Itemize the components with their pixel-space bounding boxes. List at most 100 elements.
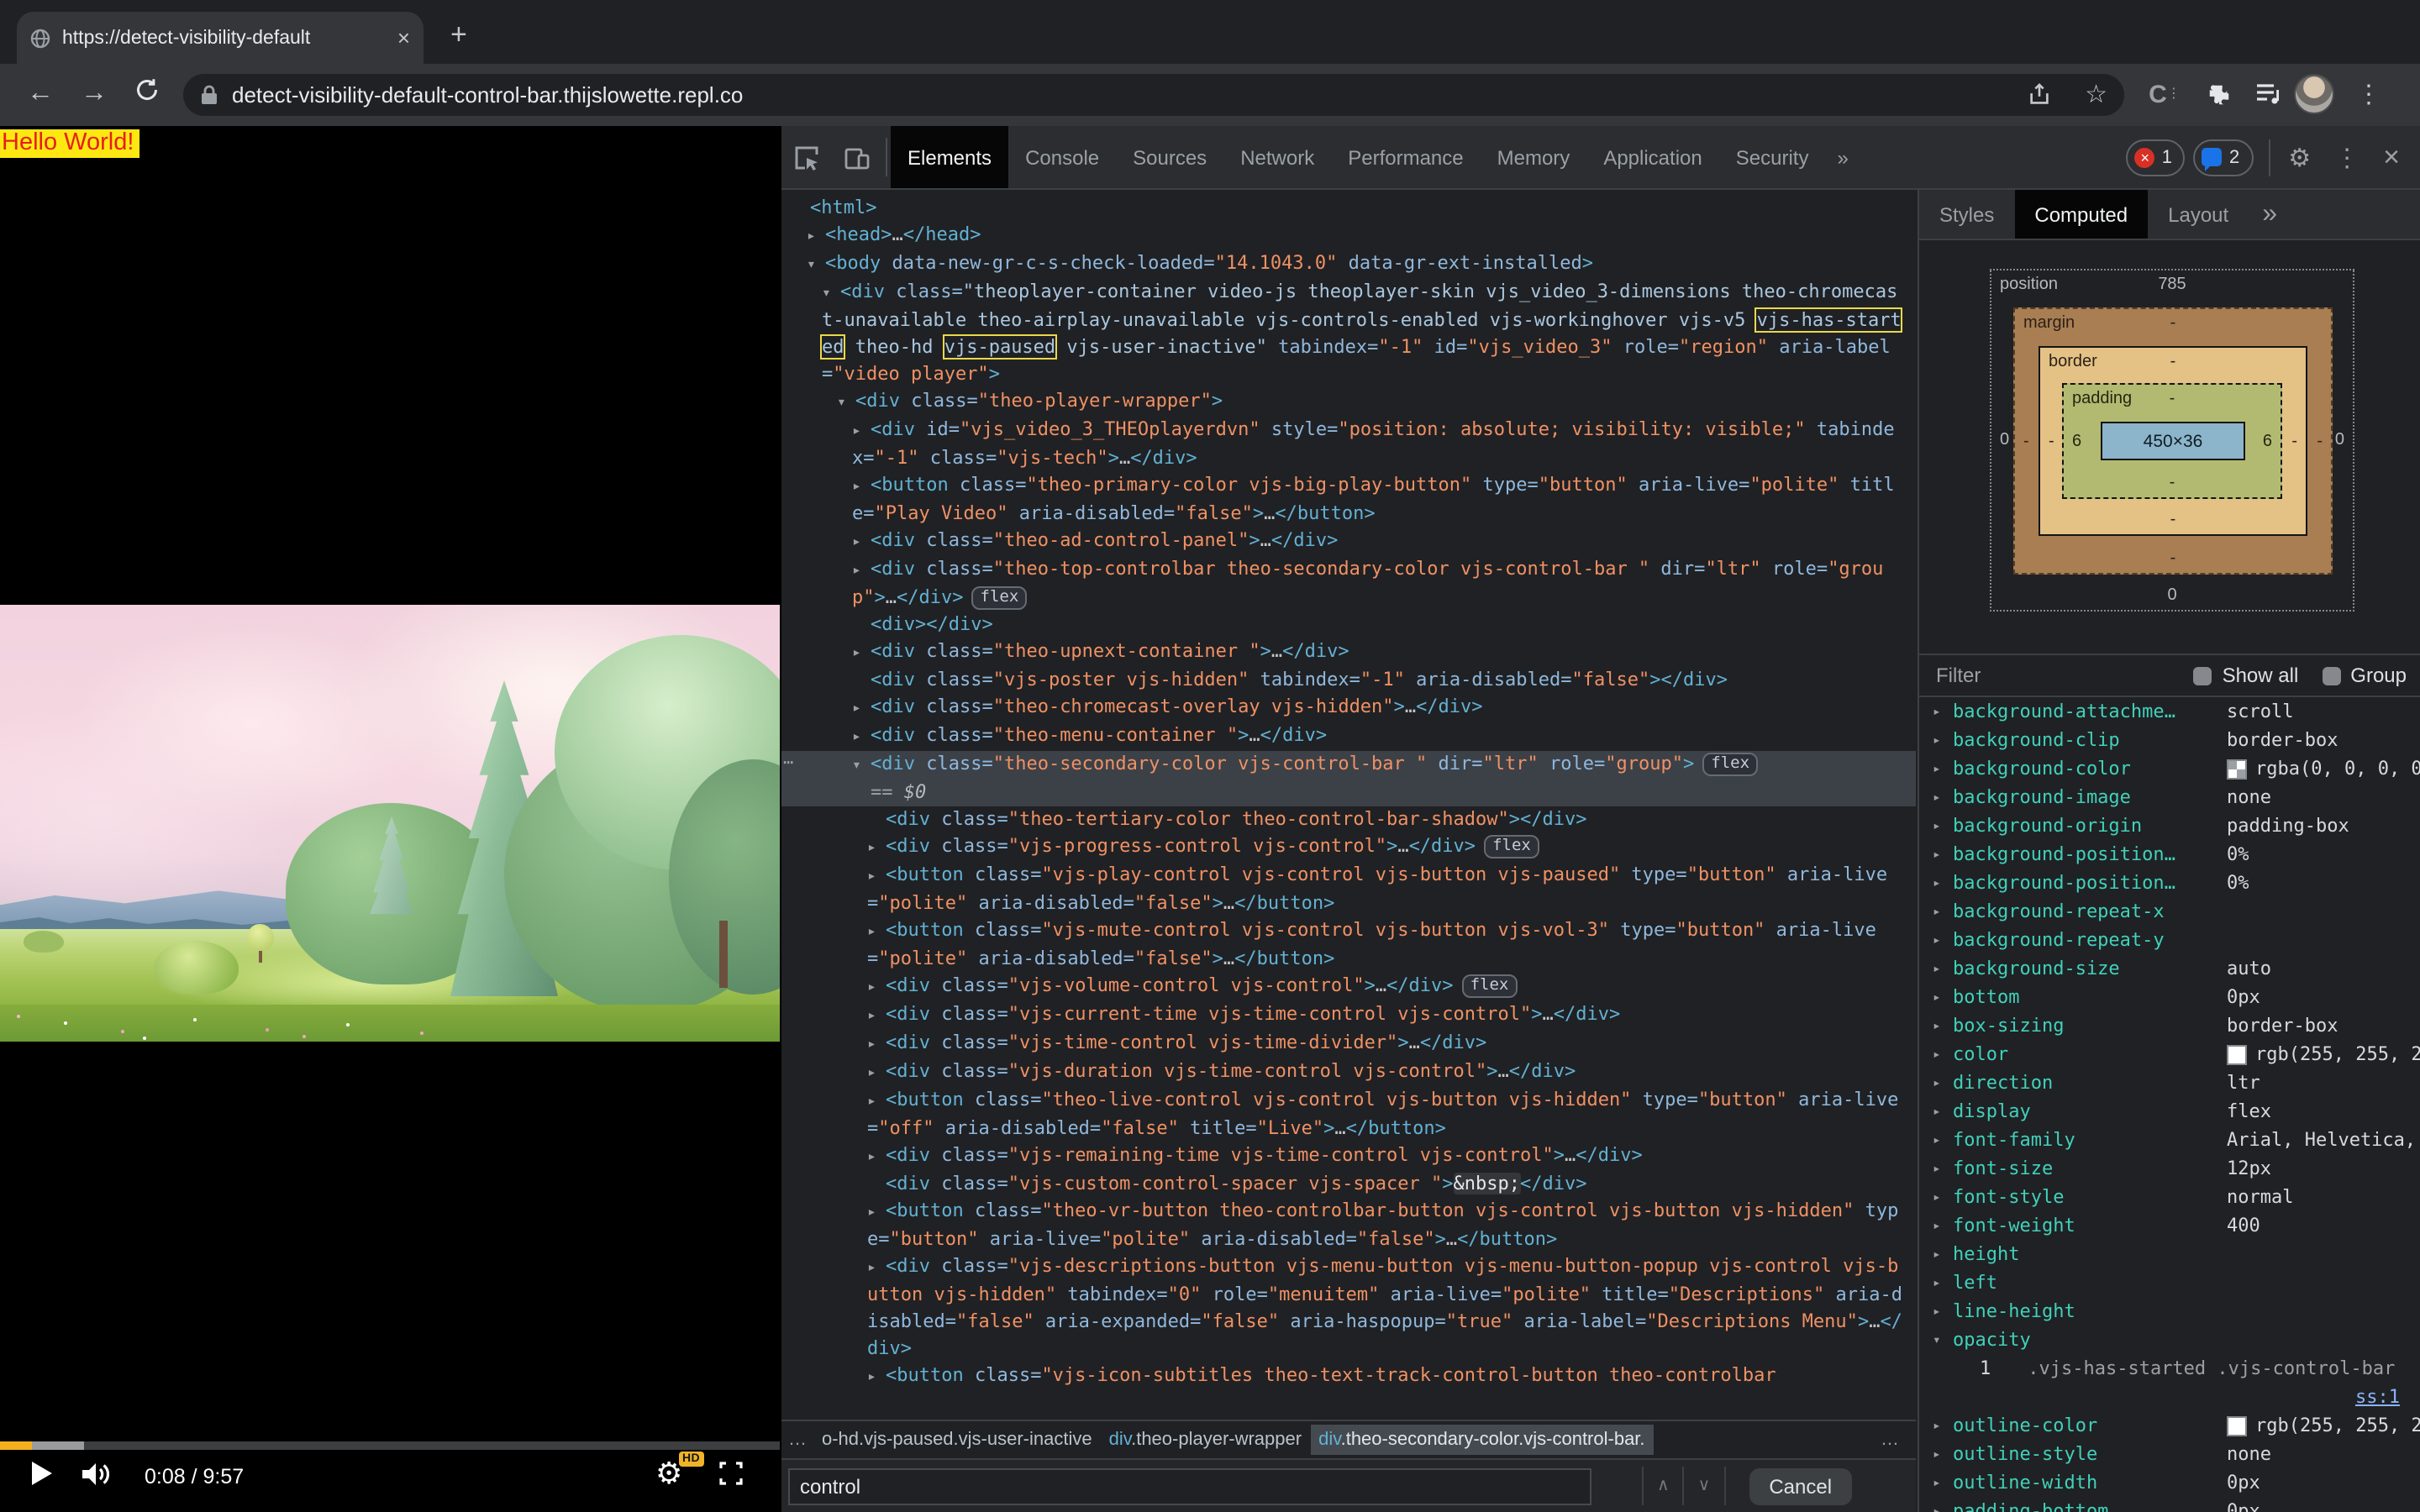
tab-close-icon[interactable]: ×: [397, 25, 410, 50]
dom-tree-node[interactable]: ▸<button class="vjs-play-control vjs-con…: [781, 862, 1916, 917]
dom-tree-node[interactable]: <div class="vjs-custom-control-spacer vj…: [781, 1171, 1916, 1198]
expand-arrow-icon[interactable]: ▸: [867, 1032, 886, 1058]
computed-property-row[interactable]: ▸font-size12px: [1919, 1154, 2420, 1183]
property-expand-arrow-icon[interactable]: ▸: [1933, 1411, 1953, 1440]
property-expand-arrow-icon[interactable]: ▸: [1933, 697, 1953, 726]
expand-arrow-icon[interactable]: ▸: [852, 696, 871, 722]
video-progress-bar[interactable]: [0, 1441, 780, 1450]
dom-tree-node[interactable]: ▾<div class="theoplayer-container video-…: [781, 279, 1916, 388]
computed-property-row[interactable]: ▸font-familyArial, Helvetica,: [1919, 1126, 2420, 1154]
dom-tree-node[interactable]: <div class="theo-tertiary-color theo-con…: [781, 806, 1916, 833]
property-expand-arrow-icon[interactable]: ▸: [1933, 1040, 1953, 1068]
dom-tree-node[interactable]: == $0: [781, 780, 1916, 806]
group-checkbox[interactable]: [2322, 666, 2340, 685]
dom-tree-node[interactable]: ▸<head>…</head>: [781, 222, 1916, 250]
new-tab-button[interactable]: +: [450, 20, 467, 49]
expand-arrow-icon[interactable]: ▸: [867, 1003, 886, 1030]
dom-tree-node[interactable]: ▸<div class="vjs-current-time vjs-time-c…: [781, 1001, 1916, 1030]
bookmark-star-icon[interactable]: ☆: [2085, 82, 2107, 108]
devtools-close-icon[interactable]: ×: [2371, 140, 2412, 174]
property-expand-arrow-icon[interactable]: ▸: [1933, 897, 1953, 926]
computed-property-row[interactable]: ▸font-weight400: [1919, 1211, 2420, 1240]
opacity-matched-rule[interactable]: 1.vjs-has-started .vjs-control-bar: [1919, 1354, 2420, 1383]
color-swatch[interactable]: [2227, 759, 2247, 779]
flex-badge[interactable]: flex: [1484, 835, 1539, 858]
dom-tree-node[interactable]: ▸<button class="vjs-icon-subtitles theo-…: [781, 1362, 1916, 1391]
computed-property-row[interactable]: ▸padding-bottom0px: [1919, 1497, 2420, 1512]
search-next-icon[interactable]: ∨: [1685, 1467, 1726, 1505]
forward-button[interactable]: →: [81, 79, 108, 109]
property-expand-arrow-icon[interactable]: ▸: [1933, 1011, 1953, 1040]
color-swatch[interactable]: [2227, 1415, 2247, 1436]
dom-tree-node[interactable]: <html>: [781, 195, 1916, 222]
property-expand-arrow-icon[interactable]: ▸: [1933, 811, 1953, 840]
video-player-pane[interactable]: Hello World!: [0, 126, 780, 1512]
expand-arrow-icon[interactable]: ▸: [867, 864, 886, 890]
message-count-badge[interactable]: 2: [2194, 139, 2253, 176]
reload-button[interactable]: [134, 77, 160, 102]
expand-arrow-icon[interactable]: ▾: [837, 390, 855, 417]
back-button[interactable]: ←: [27, 79, 54, 109]
filter-placeholder[interactable]: Filter: [1936, 664, 1981, 687]
breadcrumb-overflow-right[interactable]: …: [1881, 1430, 1916, 1450]
computed-property-row[interactable]: ▸displayflex: [1919, 1097, 2420, 1126]
computed-property-row[interactable]: ▸background-originpadding-box: [1919, 811, 2420, 840]
dom-tree-node[interactable]: ▾<body data-new-gr-c-s-check-loaded="14.…: [781, 250, 1916, 279]
dom-tree-node[interactable]: ⋯▾<div class="theo-secondary-color vjs-c…: [781, 751, 1916, 780]
dom-tree-node[interactable]: ▸<div class="vjs-remaining-time vjs-time…: [781, 1142, 1916, 1171]
breadcrumb-item[interactable]: o-hd.vjs-paused.vjs-user-inactive: [813, 1425, 1101, 1455]
computed-property-row[interactable]: ▸directionltr: [1919, 1068, 2420, 1097]
dom-tree-node[interactable]: ▾<div class="theo-player-wrapper">: [781, 388, 1916, 417]
search-cancel-button[interactable]: Cancel: [1749, 1467, 1852, 1504]
expand-arrow-icon[interactable]: ▸: [867, 1255, 886, 1282]
flex-badge[interactable]: flex: [972, 586, 1028, 610]
dom-tree-node[interactable]: ▸<div class="vjs-time-control vjs-time-d…: [781, 1030, 1916, 1058]
property-expand-arrow-icon[interactable]: ▸: [1933, 1097, 1953, 1126]
devtools-tab-console[interactable]: Console: [1008, 126, 1116, 188]
property-expand-arrow-icon[interactable]: ▸: [1933, 1297, 1953, 1326]
computed-property-row[interactable]: ▸background-position-y0%: [1919, 869, 2420, 897]
property-expand-arrow-icon[interactable]: ▸: [1933, 1126, 1953, 1154]
devtools-tab-performance[interactable]: Performance: [1331, 126, 1480, 188]
media-playlist-icon[interactable]: [2249, 74, 2289, 114]
computed-property-row[interactable]: ▸background-clipborder-box: [1919, 726, 2420, 754]
dom-tree-node[interactable]: ▸<button class="theo-vr-button theo-cont…: [781, 1198, 1916, 1253]
dom-tree-node[interactable]: ▸<div class="theo-top-controlbar theo-se…: [781, 556, 1916, 612]
devtools-menu-kebab-icon[interactable]: ⋮: [2323, 142, 2371, 172]
devtools-tab-elements[interactable]: Elements: [891, 126, 1008, 188]
devtools-tab-sources[interactable]: Sources: [1116, 126, 1223, 188]
property-expand-arrow-icon[interactable]: ▸: [1933, 840, 1953, 869]
play-button[interactable]: [32, 1462, 52, 1485]
volume-button[interactable]: [81, 1460, 113, 1488]
breadcrumb-overflow-left[interactable]: …: [781, 1430, 813, 1450]
property-expand-arrow-icon[interactable]: ▸: [1933, 983, 1953, 1011]
property-expand-arrow-icon[interactable]: ▸: [1933, 1240, 1953, 1268]
expand-arrow-icon[interactable]: ▸: [867, 1089, 886, 1116]
computed-property-row[interactable]: ▸line-height: [1919, 1297, 2420, 1326]
computed-property-row[interactable]: ▸font-stylenormal: [1919, 1183, 2420, 1211]
device-toolbar-icon[interactable]: [832, 126, 882, 188]
computed-property-row[interactable]: ▸background-attachmentscroll: [1919, 697, 2420, 726]
elements-tree[interactable]: <html>▸<head>…</head>▾<body data-new-gr-…: [781, 190, 1916, 1420]
expand-arrow-icon[interactable]: ▸: [867, 919, 886, 946]
computed-property-row[interactable]: ▸left: [1919, 1268, 2420, 1297]
dom-tree-node[interactable]: ▸<div class="vjs-volume-control vjs-cont…: [781, 973, 1916, 1001]
property-expand-arrow-icon[interactable]: ▸: [1933, 869, 1953, 897]
computed-property-row[interactable]: ▸bottom0px: [1919, 983, 2420, 1011]
expand-arrow-icon[interactable]: ▸: [852, 640, 871, 667]
property-expand-arrow-icon[interactable]: ▸: [1933, 1183, 1953, 1211]
property-expand-arrow-icon[interactable]: ▸: [1933, 1068, 1953, 1097]
search-previous-icon[interactable]: ∧: [1642, 1467, 1685, 1505]
browser-menu-kebab-icon[interactable]: ⋮: [2356, 79, 2381, 109]
expand-arrow-icon[interactable]: ▸: [807, 223, 825, 250]
computed-property-row[interactable]: ▸background-imagenone: [1919, 783, 2420, 811]
property-expand-arrow-icon[interactable]: ▾: [1933, 1326, 1953, 1354]
dom-tree-node[interactable]: ▸<div class="vjs-descriptions-button vjs…: [781, 1253, 1916, 1362]
dom-tree-node[interactable]: ▸<div class="theo-upnext-container ">…</…: [781, 638, 1916, 667]
fullscreen-button[interactable]: [719, 1462, 743, 1485]
url-bar[interactable]: detect-visibility-default-control-bar.th…: [183, 74, 2124, 116]
dom-tree-node[interactable]: ▸<div class="theo-menu-container ">…</di…: [781, 722, 1916, 751]
property-expand-arrow-icon[interactable]: ▸: [1933, 954, 1953, 983]
dom-tree-node[interactable]: ▸<div class="theo-ad-control-panel">…</d…: [781, 528, 1916, 556]
devtools-tab-security[interactable]: Security: [1719, 126, 1826, 188]
